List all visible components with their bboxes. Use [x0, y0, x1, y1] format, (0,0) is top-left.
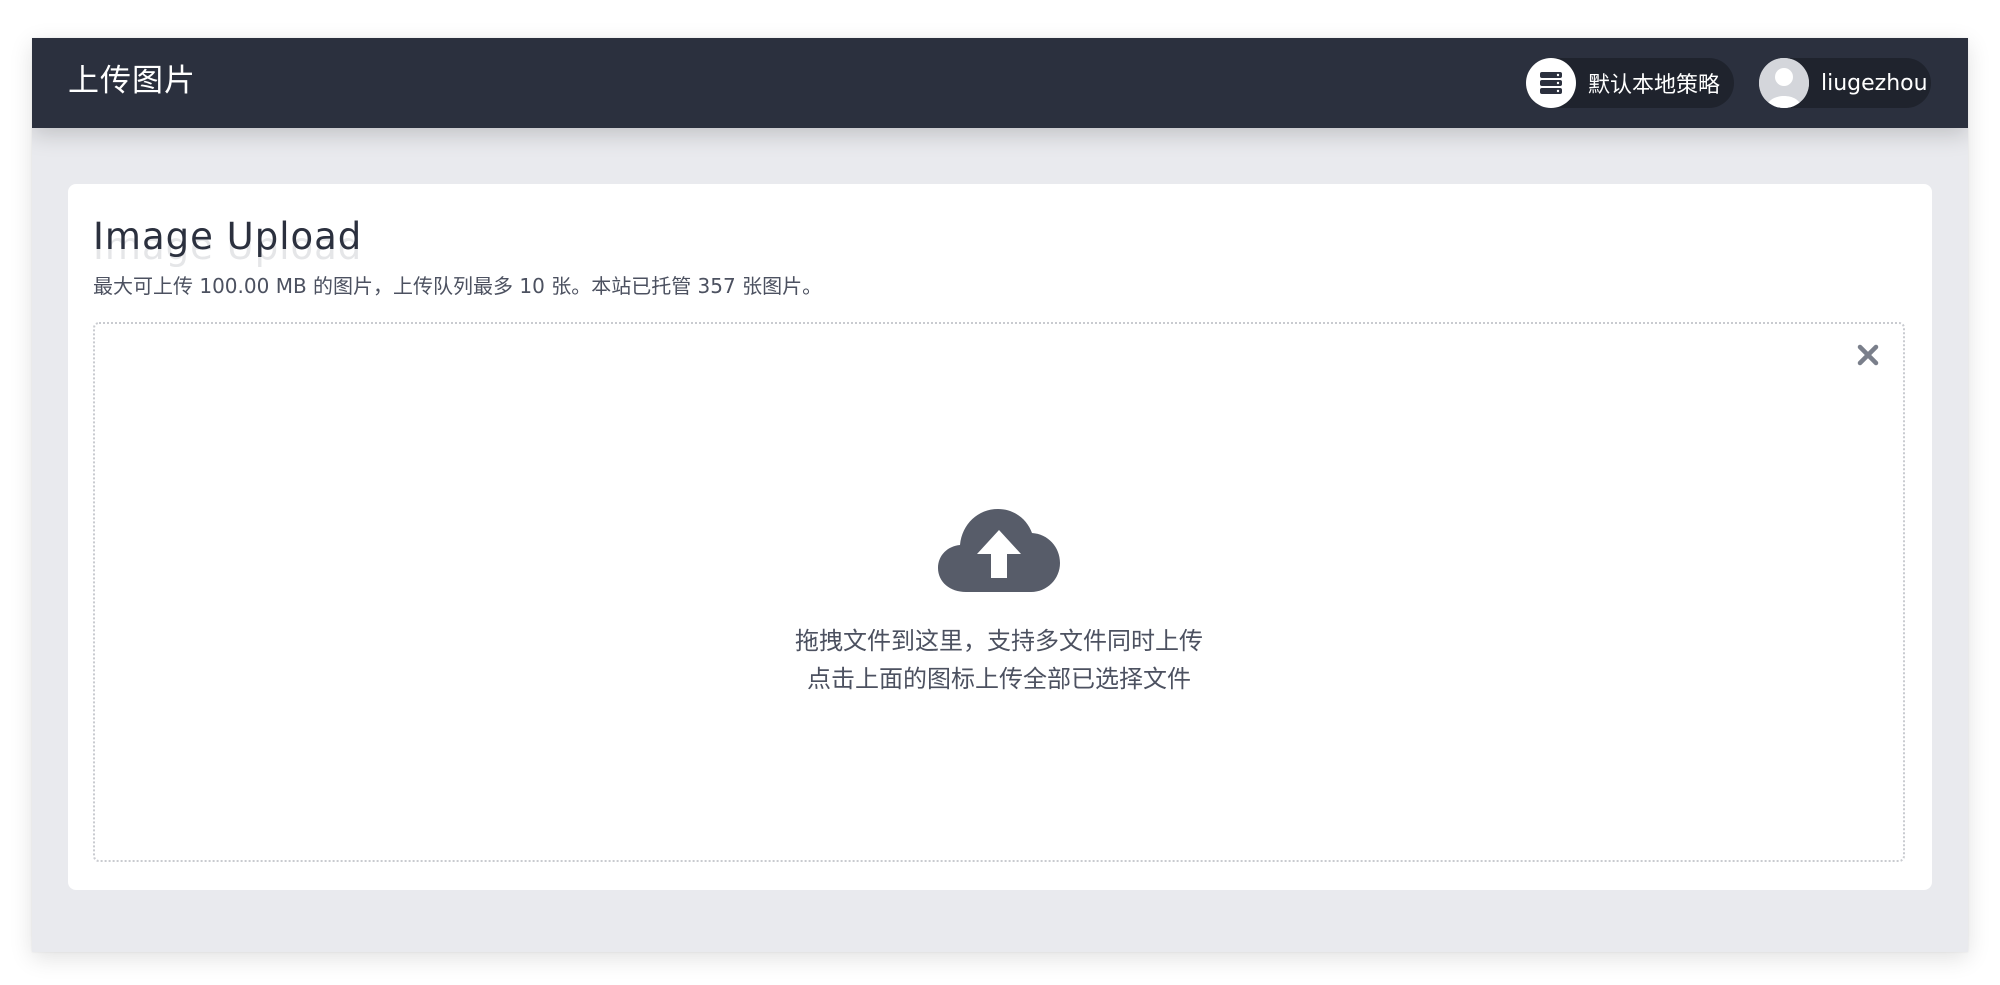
- upload-prompt: 拖拽文件到这里，支持多文件同时上传 点击上面的图标上传全部已选择文件: [95, 506, 1903, 698]
- dropzone-hint-drag: 拖拽文件到这里，支持多文件同时上传: [795, 627, 1203, 655]
- card-title: Image Upload: [93, 215, 363, 258]
- close-icon[interactable]: [1851, 338, 1885, 372]
- server-icon: [1526, 58, 1576, 108]
- upload-limits-text: 最大可上传 100.00 MB 的图片，上传队列最多 10 张。本站已托管 35…: [93, 274, 823, 298]
- cloud-upload-icon[interactable]: [938, 506, 1060, 592]
- username-label: liugezhou: [1821, 70, 1928, 96]
- top-bar: 上传图片 默认本地策略 liugezhou: [32, 38, 1968, 128]
- page-title: 上传图片: [68, 63, 196, 99]
- upload-card: Image Upload Image Upload 最大可上传 100.00 M…: [68, 184, 1932, 890]
- app-window: 上传图片 默认本地策略 liugezhou Image Upload Image…: [32, 38, 1968, 952]
- storage-strategy-label: 默认本地策略: [1588, 73, 1721, 98]
- storage-strategy-button[interactable]: 默认本地策略: [1526, 58, 1734, 108]
- upload-dropzone[interactable]: 拖拽文件到这里，支持多文件同时上传 点击上面的图标上传全部已选择文件: [93, 322, 1905, 862]
- dropzone-hint-click: 点击上面的图标上传全部已选择文件: [807, 665, 1191, 693]
- avatar-icon: [1759, 58, 1809, 108]
- user-menu-button[interactable]: liugezhou: [1759, 58, 1931, 108]
